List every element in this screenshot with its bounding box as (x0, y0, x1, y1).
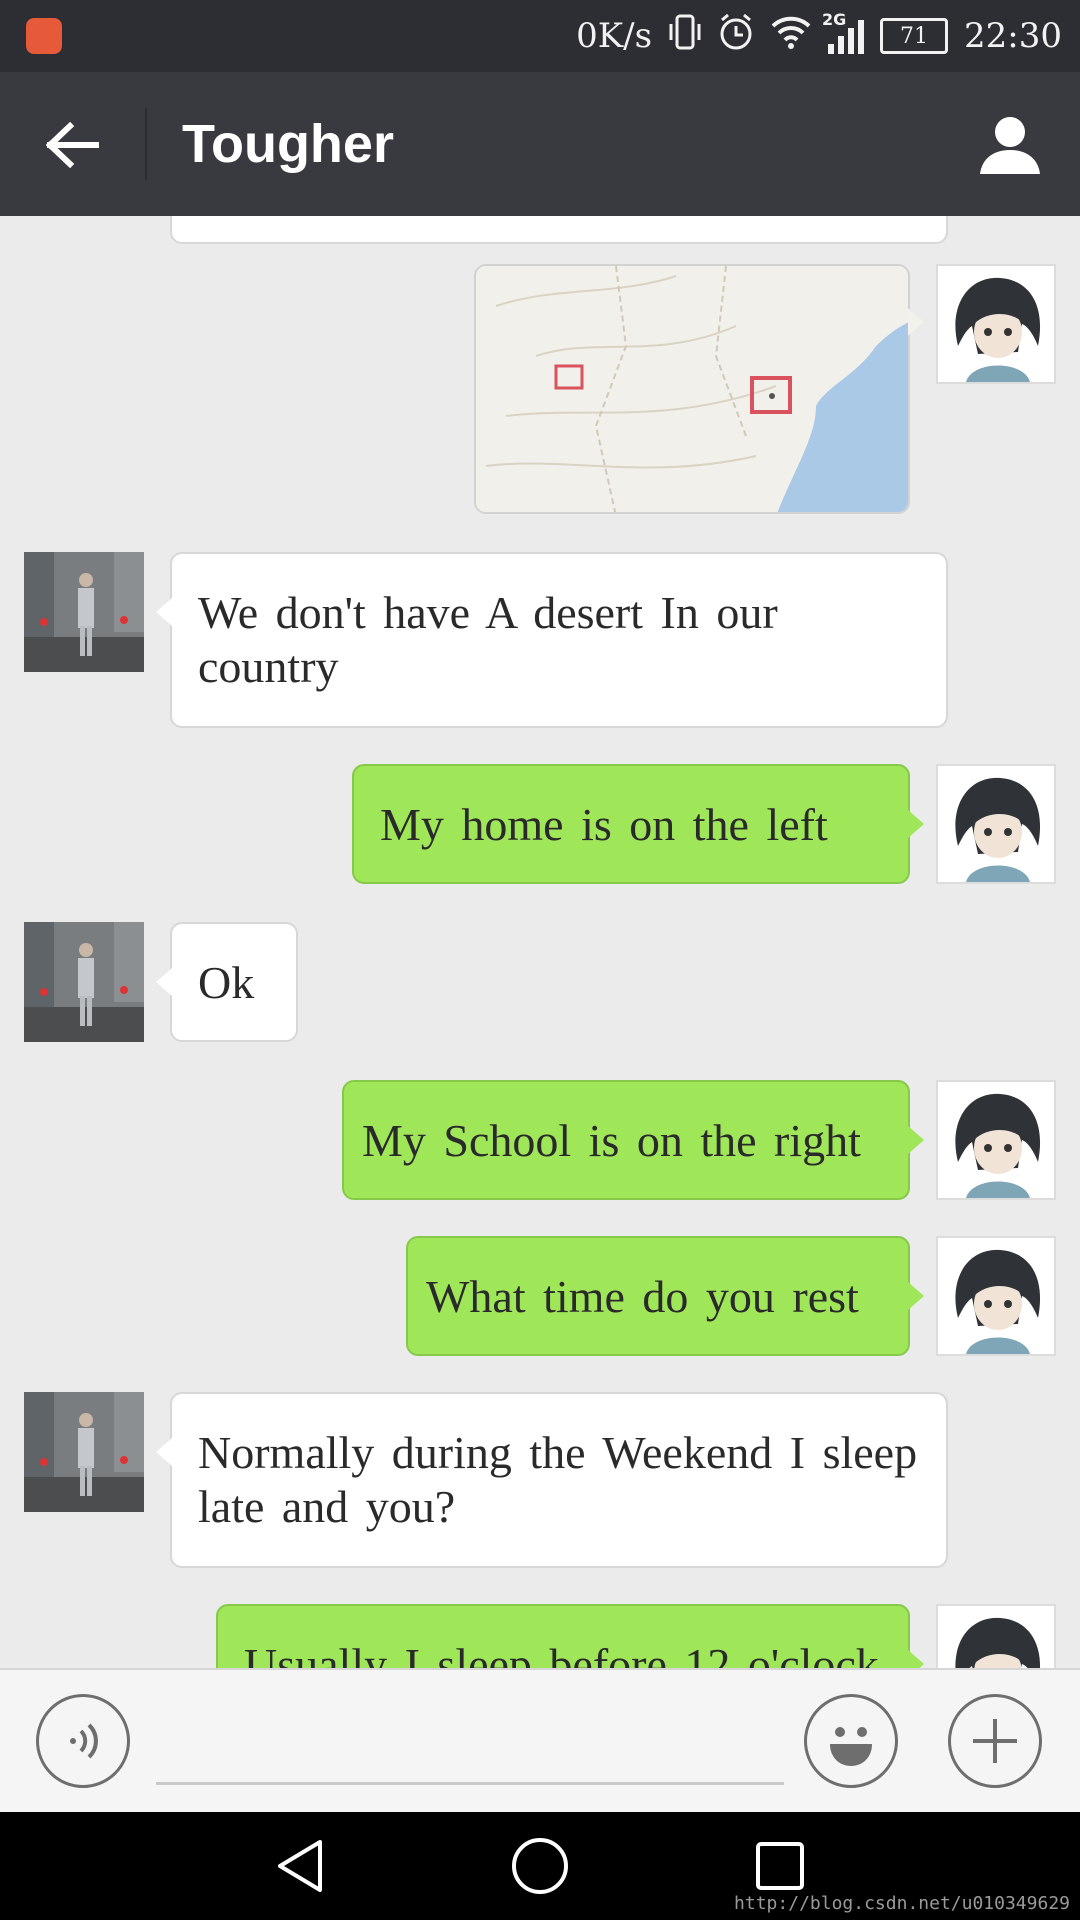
message-bubble-partial (170, 216, 948, 244)
emoji-button[interactable] (804, 1694, 898, 1788)
my-avatar[interactable] (936, 1604, 1056, 1668)
message-text: We don't have A desert In our country (198, 587, 778, 692)
my-avatar[interactable] (936, 764, 1056, 884)
back-button[interactable] (34, 106, 112, 184)
message-input[interactable] (156, 1698, 784, 1785)
status-bar: 0K/s 2G 71 22:30 (0, 0, 1080, 72)
plus-icon (973, 1719, 1017, 1763)
person-photo-icon (24, 1392, 144, 1512)
voice-icon (70, 1723, 98, 1759)
person-icon (980, 117, 1040, 174)
nav-home-button[interactable] (508, 1834, 572, 1898)
arrow-left-icon (46, 122, 99, 168)
status-indicators: 0K/s 2G 71 22:30 (576, 0, 1062, 72)
chat-header: Tougher (0, 72, 1080, 216)
anime-avatar-icon (955, 1617, 1041, 1668)
message-bubble-incoming[interactable]: Normally during the Weekend I sleep late… (156, 1392, 948, 1568)
header-divider (145, 108, 147, 180)
vibrate-icon (668, 12, 702, 61)
nav-recents-button[interactable] (748, 1834, 812, 1898)
system-nav-bar: http://blog.csdn.net/u010349629 (0, 1812, 1080, 1920)
anime-avatar-icon (955, 277, 1041, 382)
message-text: What time do you rest (426, 1271, 859, 1322)
profile-button[interactable] (968, 102, 1052, 186)
map-image[interactable] (474, 264, 910, 514)
message-text: Usually I sleep before 12 o'clock (244, 1639, 879, 1668)
cell-signal: 2G (822, 10, 865, 54)
voice-button[interactable] (36, 1694, 130, 1788)
anime-avatar-icon (955, 777, 1041, 882)
battery-level: 71 (900, 23, 929, 49)
page-title: Tougher (182, 114, 394, 174)
circle-home-icon (512, 1838, 568, 1894)
input-bar (0, 1668, 1080, 1812)
message-bubble-outgoing[interactable]: What time do you rest (406, 1236, 924, 1356)
message-text: My School is on the right (362, 1115, 861, 1166)
anime-avatar-icon (955, 1249, 1041, 1354)
message-bubble-outgoing[interactable]: Usually I sleep before 12 o'clock (216, 1604, 924, 1668)
message-bubble-incoming[interactable]: Ok (156, 922, 298, 1042)
triangle-back-icon (278, 1840, 322, 1892)
message-bubble-outgoing[interactable]: My home is on the left (352, 764, 924, 884)
my-avatar[interactable] (936, 1080, 1056, 1200)
message-list[interactable]: We don't have A desert In our country My… (0, 216, 1080, 1668)
message-bubble-outgoing[interactable]: My School is on the right (342, 1080, 924, 1200)
smiley-icon (830, 1727, 872, 1766)
contact-avatar[interactable] (24, 1392, 144, 1512)
square-recents-icon (756, 1842, 804, 1890)
network-type: 2G (822, 10, 847, 29)
message-bubble-incoming[interactable]: We don't have A desert In our country (156, 552, 948, 728)
message-text: Normally during the Weekend I sleep late… (198, 1427, 918, 1532)
message-text: Ok (198, 957, 255, 1008)
map-bubble-tail (908, 308, 924, 336)
alarm-icon (718, 12, 754, 61)
person-photo-icon (24, 552, 144, 672)
more-button[interactable] (948, 1694, 1042, 1788)
nav-back-button[interactable] (268, 1834, 332, 1898)
my-avatar[interactable] (936, 1236, 1056, 1356)
health-app-icon (26, 18, 62, 54)
net-speed: 0K/s (576, 16, 653, 56)
my-avatar[interactable] (936, 264, 1056, 384)
person-photo-icon (24, 922, 144, 1042)
anime-avatar-icon (955, 1093, 1041, 1198)
map-thumbnail (476, 266, 908, 512)
contact-avatar[interactable] (24, 552, 144, 672)
watermark: http://blog.csdn.net/u010349629 (734, 1893, 1070, 1914)
battery-icon: 71 (880, 18, 949, 54)
message-text: My home is on the left (380, 799, 828, 850)
clock: 22:30 (964, 16, 1062, 56)
contact-avatar[interactable] (24, 922, 144, 1042)
wifi-icon (770, 14, 812, 59)
